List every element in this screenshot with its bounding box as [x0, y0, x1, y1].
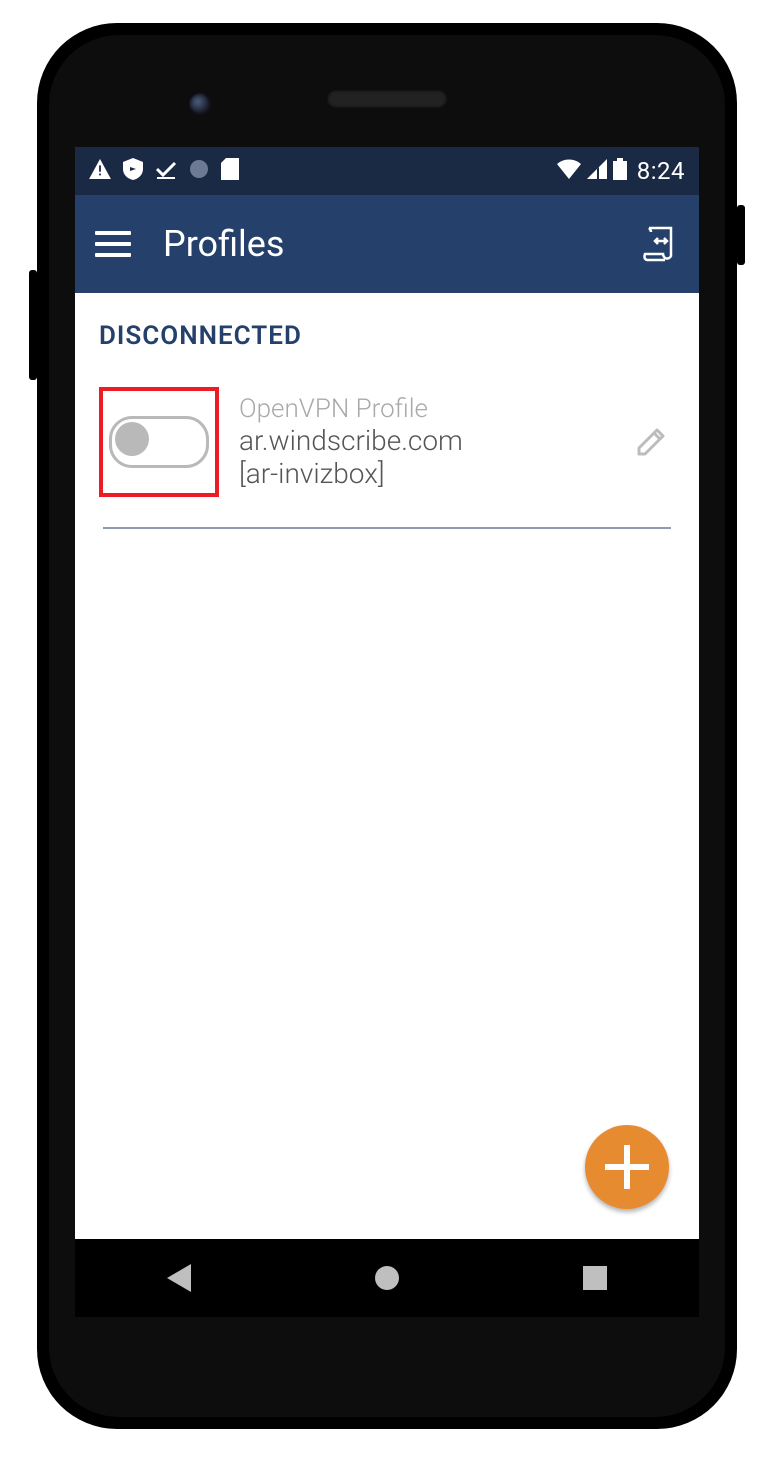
screen: 8:24 Profiles	[75, 147, 699, 1317]
back-button[interactable]	[134, 1248, 224, 1308]
cellular-icon	[587, 159, 607, 184]
recents-button[interactable]	[550, 1248, 640, 1308]
checkmark-icon	[155, 159, 177, 184]
wifi-icon	[557, 159, 581, 184]
toggle-highlight-box	[99, 387, 219, 497]
sd-card-icon	[221, 158, 239, 185]
status-clock: 8:24	[637, 157, 685, 185]
shield-icon	[123, 158, 143, 185]
profile-type-label: OpenVPN Profile	[239, 394, 627, 424]
circle-icon	[189, 159, 209, 184]
phone-bezel: 8:24 Profiles	[49, 35, 725, 1417]
profile-host: ar.windscribe.com	[239, 424, 627, 457]
app-bar: Profiles	[75, 195, 699, 293]
log-button[interactable]	[639, 224, 679, 264]
system-nav-bar	[75, 1239, 699, 1317]
warning-icon	[89, 159, 111, 184]
volume-button	[29, 270, 37, 380]
edit-profile-button[interactable]	[627, 418, 675, 466]
earpiece-speaker-icon	[327, 90, 447, 108]
connection-status-label: DISCONNECTED	[99, 321, 675, 351]
toggle-knob	[115, 422, 149, 456]
profile-tag: [ar-invizbox]	[239, 457, 627, 490]
divider	[103, 527, 671, 529]
battery-icon	[613, 158, 627, 185]
app-title: Profiles	[163, 223, 639, 265]
status-bar: 8:24	[75, 147, 699, 195]
profile-row: OpenVPN Profile ar.windscribe.com [ar-in…	[99, 387, 675, 497]
home-button[interactable]	[342, 1248, 432, 1308]
phone-frame: 8:24 Profiles	[37, 23, 737, 1429]
content-area: DISCONNECTED OpenVPN Profile ar.windscri…	[75, 293, 699, 1239]
connection-toggle[interactable]	[109, 416, 209, 468]
front-camera-icon	[189, 93, 211, 115]
menu-button[interactable]	[95, 231, 131, 257]
profile-text-block[interactable]: OpenVPN Profile ar.windscribe.com [ar-in…	[239, 394, 627, 490]
power-button	[737, 205, 745, 265]
add-profile-fab[interactable]	[585, 1125, 669, 1209]
